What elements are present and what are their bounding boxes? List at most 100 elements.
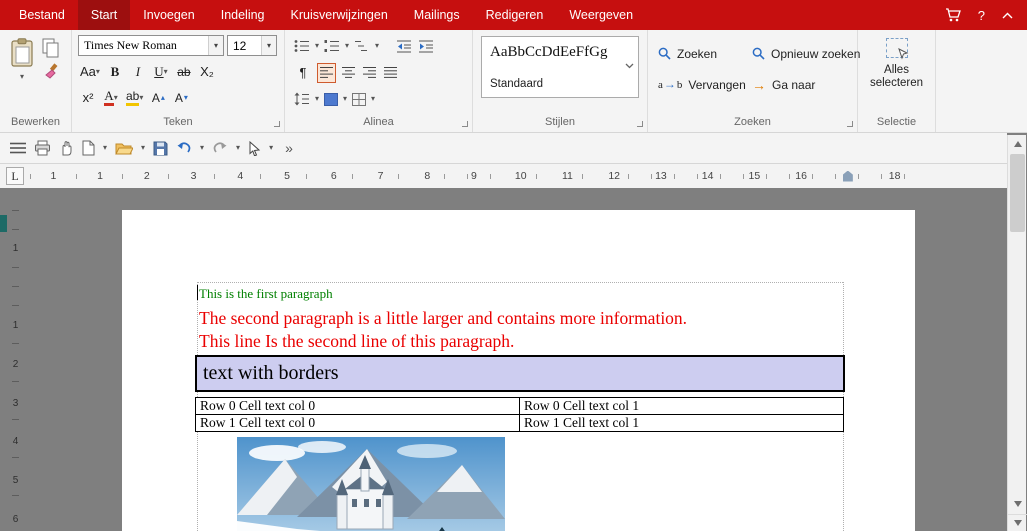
subscript-button[interactable]: X₂ xyxy=(197,61,217,82)
open-folder-icon[interactable] xyxy=(115,141,134,155)
format-painter-icon[interactable] xyxy=(43,63,60,80)
dialog-launcher-icon[interactable] xyxy=(847,121,853,127)
paragraph-2-line-2[interactable]: This line Is the second line of this par… xyxy=(199,330,687,353)
bordered-paragraph[interactable]: text with borders xyxy=(195,355,845,392)
cart-icon[interactable] xyxy=(945,8,961,22)
pointer-icon[interactable] xyxy=(248,140,261,156)
change-case-button[interactable]: Aa ▾ xyxy=(78,61,102,82)
chevron-down-icon[interactable]: ▾ xyxy=(315,95,319,103)
menu-tab-indeling[interactable]: Indeling xyxy=(208,0,278,30)
paragraph-1[interactable]: This is the first paragraph xyxy=(199,286,333,302)
ribbon-group-bewerken: ▾ Bewerken xyxy=(0,30,72,132)
horizontal-ruler[interactable]: 1 1 2 3 4 5 6 7 8 9 10 11 12 13 14 15 16 18 xyxy=(30,164,918,188)
find-button[interactable]: Zoeken xyxy=(658,47,752,61)
scroll-down-button[interactable] xyxy=(1008,495,1027,512)
table-cell[interactable]: Row 0 Cell text col 1 xyxy=(519,397,844,415)
strikethrough-button[interactable]: ab xyxy=(174,61,194,82)
menu-tab-bestand[interactable]: Bestand xyxy=(6,0,78,30)
paste-dropdown-icon[interactable]: ▾ xyxy=(20,73,24,81)
tab-stop-selector[interactable]: L xyxy=(6,167,24,185)
chevron-down-icon[interactable]: ▾ xyxy=(261,36,276,55)
align-right-button[interactable] xyxy=(361,63,378,83)
chevron-down-icon[interactable]: ▾ xyxy=(200,144,204,152)
menu-tab-weergeven[interactable]: Weergeven xyxy=(556,0,646,30)
chevron-down-icon[interactable]: ▾ xyxy=(269,144,273,152)
goto-button[interactable]: → Ga naar xyxy=(752,77,860,93)
decrease-indent-button[interactable] xyxy=(395,36,413,56)
vertical-scrollbar[interactable] xyxy=(1007,135,1027,531)
chevron-down-icon: ▾ xyxy=(95,66,100,76)
show-formatting-marks-button[interactable]: ¶ xyxy=(293,62,313,83)
change-case-label: Aa xyxy=(80,64,96,79)
grow-font-button[interactable]: A ▴ xyxy=(148,87,168,108)
sidebar-toggle-icon[interactable] xyxy=(10,142,26,154)
menu-tab-redigeren[interactable]: Redigeren xyxy=(473,0,557,30)
redo-icon[interactable] xyxy=(212,141,228,155)
right-indent-marker-icon[interactable] xyxy=(842,170,853,182)
collapse-ribbon-icon[interactable] xyxy=(1002,12,1013,19)
scrollbar-thumb[interactable] xyxy=(1010,154,1025,232)
document-page[interactable]: This is the first paragraph The second p… xyxy=(122,210,915,531)
font-size-select[interactable]: 12 ▾ xyxy=(227,35,277,56)
menu-tab-mailings[interactable]: Mailings xyxy=(401,0,473,30)
dialog-launcher-icon[interactable] xyxy=(274,121,280,127)
borders-button[interactable] xyxy=(351,89,367,109)
multilevel-list-button[interactable] xyxy=(353,36,371,56)
ruler-number: 1 xyxy=(94,169,107,183)
chevron-down-icon[interactable]: ▾ xyxy=(103,144,107,152)
justify-button[interactable] xyxy=(382,63,399,83)
menu-tab-invoegen[interactable]: Invoegen xyxy=(130,0,207,30)
ruler-number: 8 xyxy=(421,169,434,183)
save-icon[interactable] xyxy=(153,141,168,156)
chevron-down-icon[interactable]: ▾ xyxy=(315,42,319,50)
font-color-button[interactable]: A ▾ xyxy=(101,87,121,108)
style-gallery[interactable]: AaBbCcDdEeFfGg Standaard xyxy=(481,36,639,98)
dialog-launcher-icon[interactable] xyxy=(462,121,468,127)
pan-hand-icon[interactable] xyxy=(59,140,74,156)
new-document-icon[interactable] xyxy=(82,140,95,156)
align-center-button[interactable] xyxy=(340,63,357,83)
chevron-down-icon[interactable]: ▾ xyxy=(371,95,375,103)
menu-tab-kruisverwijzingen[interactable]: Kruisverwijzingen xyxy=(278,0,401,30)
undo-icon[interactable] xyxy=(176,141,192,155)
paragraph-2-line-1[interactable]: The second paragraph is a little larger … xyxy=(199,307,687,330)
chevron-down-icon[interactable]: ▾ xyxy=(208,36,223,55)
paste-icon[interactable] xyxy=(10,38,34,68)
chevron-down-icon[interactable]: ▾ xyxy=(236,144,240,152)
shrink-font-button[interactable]: A ▾ xyxy=(171,87,191,108)
bullet-list-button[interactable] xyxy=(293,36,311,56)
castle-image[interactable] xyxy=(237,437,505,531)
paragraph-2[interactable]: The second paragraph is a little larger … xyxy=(199,307,687,353)
table-cell[interactable]: Row 1 Cell text col 1 xyxy=(519,414,844,432)
highlight-button[interactable]: ab ▾ xyxy=(124,87,145,108)
table-cell[interactable]: Row 0 Cell text col 0 xyxy=(195,397,520,415)
help-icon[interactable]: ? xyxy=(978,8,985,23)
align-left-button[interactable] xyxy=(317,62,336,83)
italic-button[interactable]: I xyxy=(128,61,148,82)
superscript-button[interactable]: x² xyxy=(78,87,98,108)
chevron-down-icon[interactable]: ▾ xyxy=(343,95,347,103)
chevron-down-icon[interactable] xyxy=(625,63,634,69)
chevron-down-icon[interactable]: ▾ xyxy=(375,42,379,50)
copy-icon[interactable] xyxy=(42,38,60,58)
next-page-button[interactable] xyxy=(1008,514,1027,531)
find-again-button[interactable]: Opnieuw zoeken xyxy=(752,47,860,61)
increase-indent-button[interactable] xyxy=(417,36,435,56)
font-name-select[interactable]: Times New Roman ▾ xyxy=(78,35,224,56)
chevron-down-icon[interactable]: ▾ xyxy=(141,144,145,152)
scroll-up-button[interactable] xyxy=(1008,135,1027,152)
menu-tab-start[interactable]: Start xyxy=(77,0,131,30)
bold-button[interactable]: B xyxy=(105,61,125,82)
doc-table[interactable]: Row 0 Cell text col 0 Row 0 Cell text col… xyxy=(195,397,844,432)
numbered-list-button[interactable] xyxy=(323,36,341,56)
shading-button[interactable] xyxy=(323,89,339,109)
replace-button[interactable]: a → b Vervangen xyxy=(658,77,752,92)
chevron-down-icon[interactable]: ▾ xyxy=(345,42,349,50)
print-icon[interactable] xyxy=(34,140,51,156)
vruler[interactable]: 1 1 2 3 4 5 6 xyxy=(8,210,24,531)
toolbar-overflow-icon[interactable]: » xyxy=(285,140,293,156)
underline-button[interactable]: U ▾ xyxy=(151,61,171,82)
table-cell[interactable]: Row 1 Cell text col 0 xyxy=(195,414,520,432)
dialog-launcher-icon[interactable] xyxy=(637,121,643,127)
line-spacing-button[interactable] xyxy=(293,89,311,109)
